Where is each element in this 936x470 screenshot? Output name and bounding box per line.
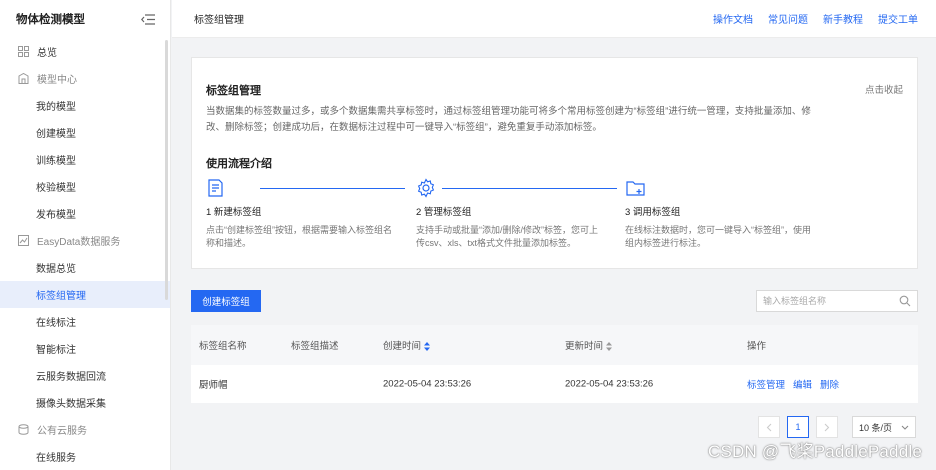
column-header-actions: 操作 (747, 341, 767, 352)
delete-link[interactable]: 删除 (820, 380, 839, 391)
document-edit-icon (206, 178, 228, 198)
cell-name: 厨师帽 (199, 380, 228, 391)
step-description: 在线标注数据时，您可一键导入“标签组”，使用组内标签进行标注。 (625, 225, 811, 248)
sidebar-item[interactable]: 总览 (0, 38, 170, 65)
watermark: CSDN @飞桨PaddlePaddle (707, 442, 922, 461)
building-icon (18, 73, 29, 84)
chevron-left-icon (766, 423, 772, 431)
page-size-value: 10 条/页 (859, 422, 893, 433)
grid-icon (18, 46, 29, 57)
database-icon (18, 424, 29, 435)
chart-icon (18, 235, 29, 246)
sidebar-item-label: 发布模型 (36, 210, 76, 221)
sidebar-item[interactable]: 数据总览 (0, 254, 170, 281)
sidebar-item-label: 创建模型 (36, 129, 76, 140)
step-description: 支持手动或批量“添加/删除/修改”标签，您可上传csv、xls、txt格式文件批… (416, 225, 598, 248)
page-size-select[interactable]: 10 条/页 (852, 416, 916, 438)
docs-link[interactable]: 操作文档 (713, 11, 753, 26)
sidebar-item[interactable]: 模型中心 (0, 65, 170, 92)
create-label-group-button[interactable]: 创建标签组 (191, 290, 261, 312)
sidebar-item[interactable]: 校验模型 (0, 173, 170, 200)
column-header-desc: 标签组描述 (291, 341, 339, 352)
manage-labels-link[interactable]: 标签管理 (747, 380, 785, 391)
sidebar-item-label: 校验模型 (36, 183, 76, 194)
search-box (756, 290, 918, 312)
flow-title: 使用流程介绍 (206, 158, 272, 170)
cell-actions: 标签管理 编辑 删除 (747, 377, 847, 391)
column-header-updated[interactable]: 更新时间 (565, 338, 613, 352)
sidebar-item[interactable]: 我的模型 (0, 92, 170, 119)
table-header: 标签组名称 标签组描述 创建时间 更新时间 操作 (191, 325, 918, 365)
step-name: 1 新建标签组 (206, 207, 262, 218)
sidebar-header: 物体检测模型 (0, 0, 170, 38)
sidebar-item-label: 在线标注 (36, 318, 76, 329)
sidebar-item[interactable]: 智能标注 (0, 335, 170, 362)
folder-add-icon (625, 178, 647, 198)
sidebar-item-label: 在线服务 (36, 453, 76, 464)
search-input[interactable] (763, 296, 899, 306)
sidebar-item-label: 标签组管理 (36, 291, 86, 302)
sidebar-item-label: 总览 (37, 48, 57, 59)
sidebar-scrollbar[interactable] (165, 40, 168, 300)
chevron-right-icon (824, 423, 830, 431)
step-name: 3 调用标签组 (625, 207, 681, 218)
collapse-intro-link[interactable]: 点击收起 (865, 82, 903, 96)
next-page-button[interactable] (816, 416, 838, 438)
sidebar-item[interactable]: 云服务数据回流 (0, 362, 170, 389)
label-group-table: 标签组名称 标签组描述 创建时间 更新时间 操作 厨师帽 2022-05-04 … (191, 325, 918, 403)
search-icon[interactable] (899, 295, 911, 307)
sidebar-item[interactable]: 在线服务 (0, 443, 170, 470)
sidebar-item-label: 摄像头数据采集 (36, 399, 106, 410)
sort-icon[interactable] (424, 341, 431, 351)
sidebar-item[interactable]: 训练模型 (0, 146, 170, 173)
sidebar-item-label: 我的模型 (36, 102, 76, 113)
page-title: 标签组管理 (194, 15, 244, 26)
sidebar-item[interactable]: 在线标注 (0, 308, 170, 335)
sidebar-item[interactable]: 发布模型 (0, 200, 170, 227)
flow-connector (260, 188, 405, 189)
cell-created: 2022-05-04 23:53:26 (383, 378, 472, 390)
sidebar-item-label: 训练模型 (36, 156, 76, 167)
step-name: 2 管理标签组 (416, 207, 472, 218)
page-number-button[interactable]: 1 (787, 416, 809, 438)
table-row: 厨师帽 2022-05-04 23:53:26 2022-05-04 23:53… (191, 365, 918, 403)
column-header-created[interactable]: 创建时间 (383, 338, 431, 352)
header-links: 操作文档 常见问题 新手教程 提交工单 (713, 11, 918, 26)
column-header-name: 标签组名称 (199, 341, 247, 352)
menu-collapse-icon[interactable] (140, 13, 156, 25)
sort-icon[interactable] (606, 341, 613, 351)
faq-link[interactable]: 常见问题 (768, 11, 808, 26)
sidebar-item-label: EasyData数据服务 (37, 237, 121, 248)
sidebar-item-label: 数据总览 (36, 264, 76, 275)
edit-link[interactable]: 编辑 (793, 380, 812, 391)
sidebar-item[interactable]: 创建模型 (0, 119, 170, 146)
cell-updated: 2022-05-04 23:53:26 (565, 378, 654, 390)
intro-description: 当数据集的标签数量过多，或多个数据集需共享标签时，通过标签组管理功能可将多个常用… (206, 106, 811, 133)
ticket-link[interactable]: 提交工单 (878, 11, 918, 26)
sidebar-item[interactable]: 标签组管理 (0, 281, 170, 308)
flow-connector (442, 188, 617, 189)
gear-icon (416, 178, 438, 198)
sidebar-title: 物体检测模型 (16, 14, 85, 26)
top-header: 标签组管理 操作文档 常见问题 新手教程 提交工单 (172, 0, 936, 38)
column-header-label: 创建时间 (383, 341, 422, 352)
sidebar-item[interactable]: 公有云服务 (0, 416, 170, 443)
sidebar: 物体检测模型 总览模型中心我的模型创建模型训练模型校验模型发布模型 EasyDat… (0, 0, 171, 470)
sidebar-item[interactable]: 摄像头数据采集 (0, 389, 170, 416)
tutorial-link[interactable]: 新手教程 (823, 11, 863, 26)
sidebar-item-label: 模型中心 (37, 75, 77, 86)
intro-card: 标签组管理 点击收起 当数据集的标签数量过多，或多个数据集需共享标签时，通过标签… (191, 57, 918, 269)
sidebar-item-label: 公有云服务 (37, 426, 87, 437)
chevron-down-icon (901, 425, 909, 430)
step-description: 点击“创建标签组”按钮，根据需要输入标签组名称和描述。 (206, 225, 392, 248)
sidebar-item-label: 智能标注 (36, 345, 76, 356)
sidebar-menu: 总览模型中心我的模型创建模型训练模型校验模型发布模型 EasyData数据服务 数据… (0, 38, 170, 470)
prev-page-button[interactable] (758, 416, 780, 438)
intro-title: 标签组管理 (206, 85, 261, 97)
flow-step-3: 3 调用标签组 在线标注数据时，您可一键导入“标签组”，使用组内标签进行标注。 (625, 178, 815, 250)
sidebar-item[interactable]: EasyData数据服务 (0, 227, 170, 254)
column-header-label: 更新时间 (565, 341, 604, 352)
sidebar-item-label: 云服务数据回流 (36, 372, 106, 383)
